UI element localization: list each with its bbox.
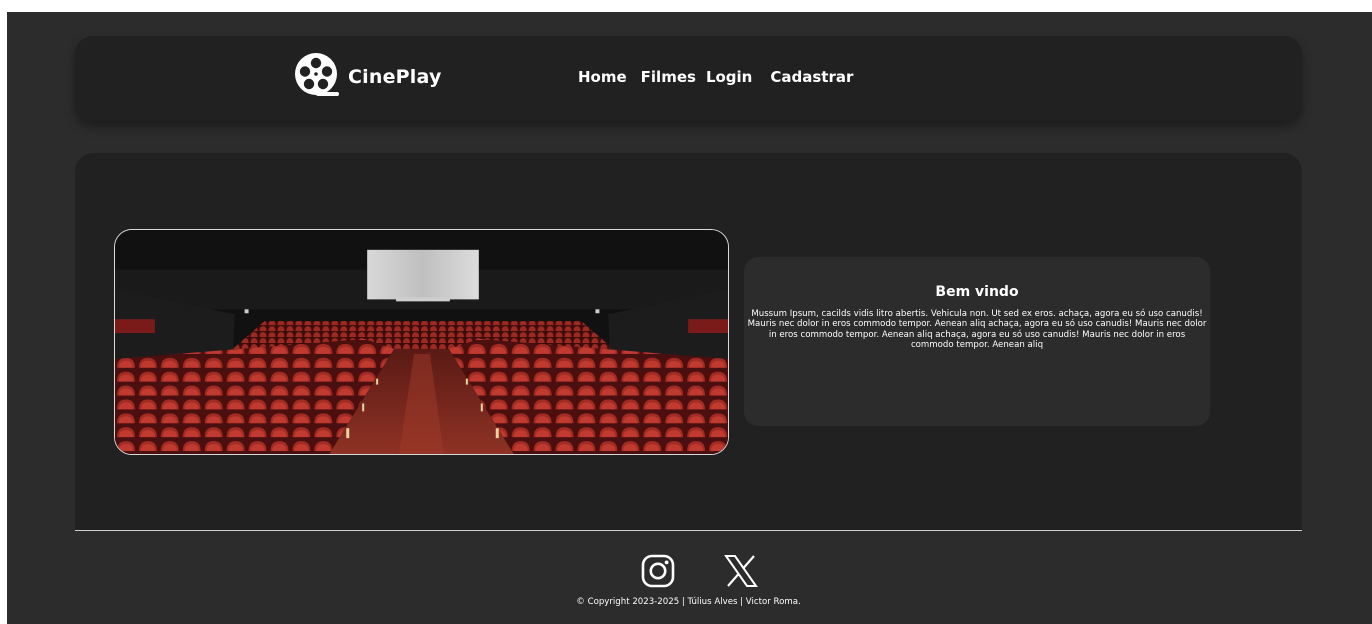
x-twitter-link[interactable] (723, 553, 759, 589)
nav-filmes-link[interactable]: Filmes (641, 68, 696, 86)
instagram-link[interactable] (640, 553, 676, 589)
brand-logo-link[interactable]: CinePlay (292, 52, 442, 102)
nav-home-link[interactable]: Home (578, 68, 627, 86)
main-nav: Home Filmes Login Cadastrar (578, 68, 853, 86)
main-content: Bem vindo Mussum Ipsum, cacilds vidis li… (75, 153, 1302, 624)
navbar: CinePlay Home Filmes Login Cadastrar (75, 36, 1302, 121)
nav-cadastrar-link[interactable]: Cadastrar (770, 68, 853, 86)
welcome-card: Bem vindo Mussum Ipsum, cacilds vidis li… (744, 257, 1210, 426)
x-twitter-icon (724, 555, 758, 587)
film-reel-icon (295, 53, 339, 96)
instagram-icon (641, 554, 675, 588)
brand-name: CinePlay (348, 66, 442, 88)
social-links (640, 553, 759, 589)
welcome-text: Mussum Ipsum, cacilds vidis litro aberti… (747, 309, 1207, 351)
cinema-theater-image (114, 229, 729, 455)
welcome-title: Bem vindo (935, 284, 1019, 300)
page-background: CinePlay Home Filmes Login Cadastrar Bem… (7, 12, 1372, 624)
nav-login-link[interactable]: Login (706, 68, 752, 86)
footer: © Copyright 2023-2025 | Túlius Alves | V… (75, 530, 1302, 624)
copyright-text: © Copyright 2023-2025 | Túlius Alves | V… (576, 597, 801, 607)
